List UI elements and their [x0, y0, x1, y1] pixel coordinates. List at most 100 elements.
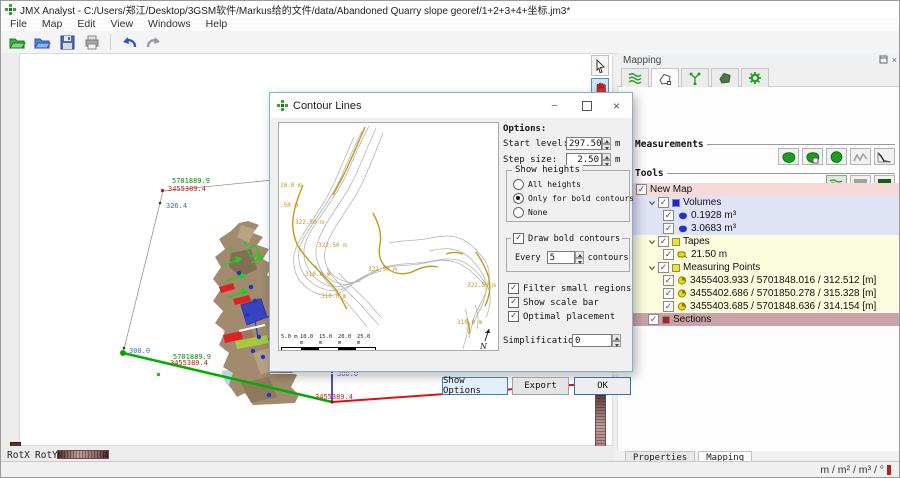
menu-edit[interactable]: Edit: [77, 18, 95, 30]
dialog-title-bar[interactable]: Contour Lines – ×: [270, 93, 632, 118]
menu-windows[interactable]: Windows: [148, 18, 191, 30]
tree-row-measuring-points[interactable]: Measuring Points: [631, 261, 900, 274]
checkbox[interactable]: [663, 301, 674, 312]
step-size-unit: m: [615, 155, 620, 165]
simplification-input[interactable]: 0: [572, 334, 612, 347]
panel-close-icon[interactable]: ×: [892, 55, 897, 65]
mapping-panel-title: Mapping: [623, 55, 661, 66]
rotx-label: RotX: [7, 450, 30, 461]
optimal-placement-checkbox[interactable]: Optimal placement: [508, 311, 615, 322]
dialog-separator: [270, 373, 632, 374]
open-folder-blue-icon[interactable]: [32, 33, 52, 52]
tree-row-volumes[interactable]: Volumes: [631, 196, 900, 209]
point-icon: [677, 289, 687, 298]
tree-row-point-item[interactable]: 3455403.685 / 5701848.636 / 314.154 [m]: [631, 300, 900, 313]
dock-pin-icon[interactable]: [879, 55, 888, 64]
chevron-down-icon[interactable]: [648, 199, 656, 207]
tree-row-tape-item[interactable]: 21.50 m: [631, 248, 900, 261]
menu-help[interactable]: Help: [206, 18, 228, 30]
print-icon[interactable]: [82, 33, 102, 52]
volume-blob-icon: [677, 211, 688, 220]
draw-bold-checkbox[interactable]: Draw bold contours: [511, 233, 622, 244]
start-level-input[interactable]: 297.50: [566, 137, 602, 150]
menu-view[interactable]: View: [110, 18, 133, 30]
tree-row-sections[interactable]: Sections: [631, 313, 900, 326]
dialog-app-icon: [277, 100, 288, 111]
tree-row-tapes[interactable]: Tapes: [631, 235, 900, 248]
clipped-glyph: [887, 465, 891, 475]
redo-icon[interactable]: [144, 33, 164, 52]
checkbox[interactable]: [636, 184, 647, 195]
show-scale-bar-checkbox[interactable]: Show scale bar: [508, 297, 599, 308]
checkbox[interactable]: [658, 262, 669, 273]
title-bar: JMX Analyst - C:/Users/郑江/Desktop/3GSM软件…: [1, 1, 899, 17]
every-input[interactable]: 5: [547, 251, 575, 264]
circle-area-icon[interactable]: [826, 148, 847, 165]
undo-icon[interactable]: [119, 33, 139, 52]
radio-all-heights[interactable]: All heights: [513, 179, 581, 190]
tapes-label: Tapes: [683, 236, 710, 247]
step-size-spinner[interactable]: [602, 153, 611, 166]
tree-row-volume-item[interactable]: 3.0683 m³: [631, 222, 900, 235]
mapping-panel-header: Mapping ×: [617, 53, 900, 68]
every-spinner[interactable]: [575, 251, 584, 264]
scale-label: 5.0 m: [281, 334, 300, 346]
volume-blob-cut-icon[interactable]: [802, 148, 823, 165]
dialog-maximize-icon[interactable]: [579, 98, 594, 113]
scale-label: 25.0 m: [357, 334, 376, 346]
rotation-slider[interactable]: [57, 450, 109, 459]
show-options-button[interactable]: Show Options: [442, 377, 508, 395]
dialog-close-icon[interactable]: ×: [609, 98, 624, 113]
contour-map: 10.0 m .50 m 322.50 m 322.50 m 322.50 m …: [279, 123, 498, 350]
checkbox[interactable]: [663, 275, 674, 286]
scale-bar: 5.0 m 10.0 m 15.0 m 20.0 m 25.0 m: [281, 334, 377, 351]
start-level-unit: m: [615, 139, 620, 149]
app-logo-icon: [5, 4, 16, 15]
roty-label: RotY: [35, 450, 58, 461]
radio-none[interactable]: None: [513, 207, 547, 218]
chevron-down-icon[interactable]: [648, 238, 656, 246]
tree-row-point-item[interactable]: 3455402.686 / 5701850.278 / 315.328 [m]: [631, 287, 900, 300]
dialog-minimize-icon[interactable]: –: [547, 98, 562, 113]
radio-only-bold[interactable]: Only for bold contours: [513, 193, 634, 204]
tab-marker-tree[interactable]: [681, 68, 709, 87]
checkbox[interactable]: [663, 249, 674, 260]
checkbox[interactable]: [663, 288, 674, 299]
ok-button[interactable]: OK: [574, 377, 631, 395]
tree-row-volume-item[interactable]: 0.1928 m³: [631, 209, 900, 222]
zigzag-disabled-icon[interactable]: [850, 148, 871, 165]
chevron-down-icon[interactable]: [648, 264, 656, 272]
point-coords: 3455403.685 / 5701848.636 / 314.154 [m]: [690, 301, 876, 312]
simplification-spinner[interactable]: [612, 334, 621, 347]
profile-line-icon[interactable]: [874, 148, 895, 165]
checkbox[interactable]: [658, 236, 669, 247]
point-coords: 3455402.686 / 5701850.278 / 315.328 [m]: [690, 288, 876, 299]
menu-map[interactable]: Map: [42, 18, 62, 30]
measuring-points-label: Measuring Points: [683, 262, 760, 273]
save-icon[interactable]: [57, 33, 77, 52]
filter-small-regions-checkbox[interactable]: Filter small regions: [508, 283, 631, 294]
contour-label: 322.50 m: [318, 242, 347, 249]
units-readout: m / m² / m³ / °: [820, 464, 884, 476]
measurement-buttons: [778, 148, 895, 165]
select-cursor-tool[interactable]: [591, 55, 609, 76]
tree-row-new-map[interactable]: New Map: [631, 183, 900, 196]
tab-polygon-outline[interactable]: [651, 68, 679, 88]
checkbox[interactable]: [663, 210, 674, 221]
checkbox[interactable]: [663, 223, 674, 234]
volume-value: 0.1928 m³: [691, 210, 736, 221]
start-level-spinner[interactable]: [602, 137, 611, 150]
dialog-title: Contour Lines: [293, 100, 362, 112]
menu-file[interactable]: File: [10, 18, 27, 30]
volume-blob-icon[interactable]: [778, 148, 799, 165]
export-button[interactable]: Export: [512, 377, 569, 395]
tab-settings-gear[interactable]: [741, 68, 769, 87]
checkbox[interactable]: [658, 197, 669, 208]
tree-row-point-item[interactable]: 3455403.933 / 5701848.016 / 312.512 [m]: [631, 274, 900, 287]
checkbox[interactable]: [648, 314, 659, 325]
scale-label: 15.0 m: [319, 334, 338, 346]
tab-solid-polygon[interactable]: [711, 68, 739, 87]
tab-contour-lines[interactable]: [621, 68, 649, 87]
open-folder-green-icon[interactable]: [7, 33, 27, 52]
north-arrow-icon: N: [479, 329, 490, 350]
